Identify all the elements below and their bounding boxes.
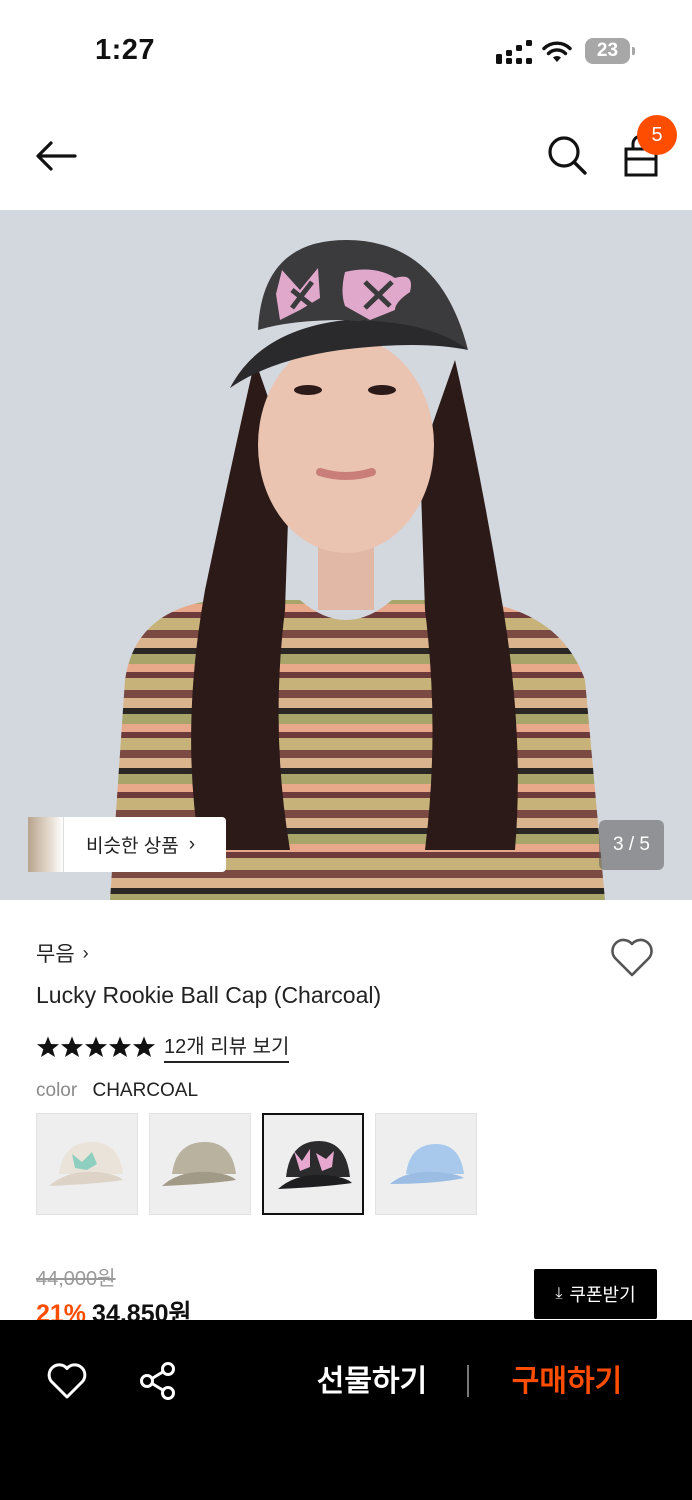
divider xyxy=(467,1365,469,1397)
top-nav xyxy=(0,100,692,210)
review-link[interactable]: 12개 리뷰 보기 xyxy=(164,1030,290,1063)
cap-thumbnail xyxy=(278,1141,352,1189)
wifi-icon xyxy=(542,41,572,62)
star-icon xyxy=(85,1036,107,1057)
coupon-label: 쿠폰받기 xyxy=(569,1285,636,1305)
product-title: Lucky Rookie Ball Cap (Charcoal) xyxy=(36,982,382,1008)
star-icon xyxy=(133,1036,155,1057)
status-time: 1:27 xyxy=(95,34,156,66)
arrow-left-icon xyxy=(36,141,77,171)
download-icon: ⤓ xyxy=(555,1285,563,1302)
product-image-gallery[interactable]: 비슷한 상품 › 3 / 5 xyxy=(0,210,692,900)
chevron-right-icon: › xyxy=(188,833,196,855)
signal-icon xyxy=(496,40,532,64)
color-swatch[interactable] xyxy=(36,1113,138,1215)
color-swatches xyxy=(36,1113,477,1215)
color-swatch-selected[interactable] xyxy=(262,1113,364,1215)
coupon-button[interactable]: ⤓ 쿠폰받기 xyxy=(534,1269,657,1319)
cart-count-badge: 5 xyxy=(637,115,677,155)
battery-icon: 23 xyxy=(585,38,635,64)
star-icon xyxy=(109,1036,131,1057)
similar-products-button[interactable]: 비슷한 상품 › xyxy=(28,817,226,872)
similar-products-label: 비슷한 상품 xyxy=(86,836,179,857)
back-button[interactable] xyxy=(30,134,82,178)
chevron-right-icon: › xyxy=(82,942,89,963)
color-key: color xyxy=(36,1080,78,1101)
rating-row: 12개 리뷰 보기 xyxy=(36,1030,290,1063)
similar-products-thumbnail xyxy=(28,817,64,872)
cap-thumbnail xyxy=(162,1142,236,1186)
gift-button[interactable]: 선물하기 xyxy=(310,1360,434,1404)
original-price: 44,000원 xyxy=(36,1268,116,1290)
share-icon[interactable] xyxy=(138,1361,178,1401)
heart-icon[interactable] xyxy=(47,1362,87,1400)
brand-name: 무음 xyxy=(36,943,75,966)
color-swatch[interactable] xyxy=(375,1113,477,1215)
battery-level: 23 xyxy=(585,38,630,64)
rating-stars xyxy=(36,1035,156,1059)
search-icon[interactable] xyxy=(544,132,590,178)
star-icon xyxy=(37,1036,59,1057)
color-swatch[interactable] xyxy=(149,1113,251,1215)
bottom-action-bar: 선물하기 구매하기 xyxy=(0,1320,692,1500)
color-value: CHARCOAL xyxy=(92,1080,199,1101)
image-page-indicator: 3 / 5 xyxy=(599,820,664,870)
heart-icon[interactable] xyxy=(610,938,654,978)
status-bar: 1:27 23 xyxy=(0,0,692,100)
color-option-label: color CHARCOAL xyxy=(36,1080,198,1102)
brand-link[interactable]: 무음 › xyxy=(36,938,89,968)
star-icon xyxy=(61,1036,83,1057)
cap-thumbnail xyxy=(390,1144,464,1184)
product-photo xyxy=(0,210,692,900)
buy-button[interactable]: 구매하기 xyxy=(505,1360,629,1404)
cap-thumbnail xyxy=(49,1142,123,1186)
